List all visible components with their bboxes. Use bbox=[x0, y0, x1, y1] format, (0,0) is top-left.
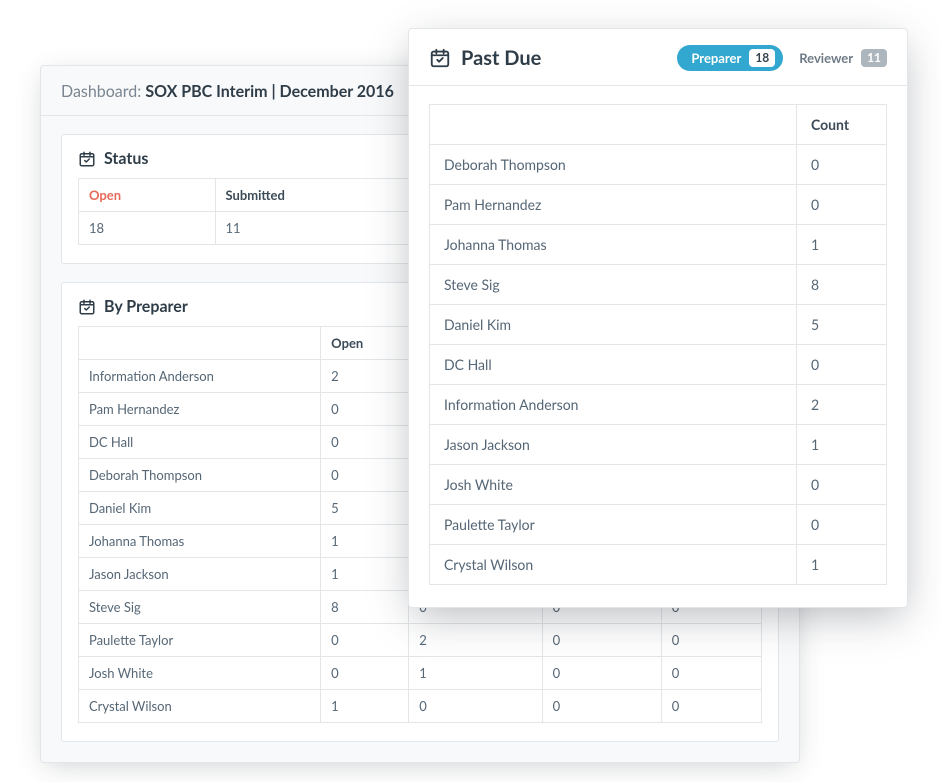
table-row[interactable]: Daniel Kim5 bbox=[430, 305, 887, 345]
past-due-header: Past Due Preparer 18 Reviewer 11 bbox=[409, 29, 907, 86]
status-header-open[interactable]: Open bbox=[79, 179, 216, 212]
calendar-check-icon bbox=[78, 150, 96, 168]
bp-cell-open: 1 bbox=[321, 558, 409, 591]
bp-cell-closed: 0 bbox=[661, 690, 761, 723]
bp-cell-open: 2 bbox=[321, 360, 409, 393]
table-row[interactable]: Crystal Wilson1 bbox=[430, 545, 887, 585]
bp-cell-name: Deborah Thompson bbox=[79, 459, 321, 492]
table-row[interactable]: Paulette Taylor0200 bbox=[79, 624, 762, 657]
bp-cell-certified: 0 bbox=[542, 690, 661, 723]
bp-cell-open: 0 bbox=[321, 426, 409, 459]
by-preparer-title-text: By Preparer bbox=[104, 297, 188, 316]
pd-cell-count: 2 bbox=[797, 385, 887, 425]
pd-cell-name: Daniel Kim bbox=[430, 305, 797, 345]
past-due-title-text: Past Due bbox=[461, 46, 541, 70]
table-row[interactable]: Steve Sig8 bbox=[430, 265, 887, 305]
calendar-check-icon bbox=[429, 47, 451, 69]
pd-cell-name: DC Hall bbox=[430, 345, 797, 385]
bp-cell-name: Daniel Kim bbox=[79, 492, 321, 525]
past-due-tabs: Preparer 18 Reviewer 11 bbox=[677, 45, 887, 71]
bp-cell-name: Information Anderson bbox=[79, 360, 321, 393]
past-due-table: Count Deborah Thompson0Pam Hernandez0Joh… bbox=[429, 104, 887, 585]
status-value-submitted: 11 bbox=[215, 212, 422, 245]
bp-cell-certified: 0 bbox=[542, 624, 661, 657]
table-row[interactable]: Crystal Wilson1000 bbox=[79, 690, 762, 723]
bp-cell-certified: 0 bbox=[542, 657, 661, 690]
pd-cell-name: Information Anderson bbox=[430, 385, 797, 425]
table-row[interactable]: DC Hall0 bbox=[430, 345, 887, 385]
bp-cell-name: DC Hall bbox=[79, 426, 321, 459]
bp-cell-name: Johanna Thomas bbox=[79, 525, 321, 558]
table-row[interactable]: Jason Jackson1 bbox=[430, 425, 887, 465]
table-row[interactable]: Josh White0100 bbox=[79, 657, 762, 690]
table-row[interactable]: Information Anderson2 bbox=[430, 385, 887, 425]
bp-cell-open: 0 bbox=[321, 624, 409, 657]
bp-cell-name: Pam Hernandez bbox=[79, 393, 321, 426]
pd-cell-count: 0 bbox=[797, 145, 887, 185]
tab-preparer-label: Preparer bbox=[691, 50, 741, 66]
bp-cell-open: 1 bbox=[321, 690, 409, 723]
pd-header-count: Count bbox=[797, 105, 887, 145]
bp-cell-closed: 0 bbox=[661, 657, 761, 690]
status-value-open: 18 bbox=[79, 212, 216, 245]
bp-header-name bbox=[79, 327, 321, 360]
pd-cell-count: 1 bbox=[797, 545, 887, 585]
pd-cell-name: Johanna Thomas bbox=[430, 225, 797, 265]
pd-header-name bbox=[430, 105, 797, 145]
calendar-check-icon bbox=[78, 298, 96, 316]
pd-cell-count: 0 bbox=[797, 185, 887, 225]
tab-reviewer-label: Reviewer bbox=[799, 50, 853, 66]
dashboard-label: Dashboard: bbox=[61, 82, 141, 101]
pd-cell-name: Jason Jackson bbox=[430, 425, 797, 465]
pd-cell-count: 1 bbox=[797, 225, 887, 265]
pd-cell-count: 8 bbox=[797, 265, 887, 305]
table-row[interactable]: Pam Hernandez0 bbox=[430, 185, 887, 225]
tab-preparer-count: 18 bbox=[749, 49, 775, 67]
status-title-text: Status bbox=[104, 149, 148, 168]
pd-cell-count: 0 bbox=[797, 465, 887, 505]
bp-cell-name: Crystal Wilson bbox=[79, 690, 321, 723]
bp-cell-name: Steve Sig bbox=[79, 591, 321, 624]
bp-cell-open: 0 bbox=[321, 657, 409, 690]
pd-cell-name: Josh White bbox=[430, 465, 797, 505]
pd-cell-count: 5 bbox=[797, 305, 887, 345]
bp-cell-name: Jason Jackson bbox=[79, 558, 321, 591]
pd-cell-count: 0 bbox=[797, 505, 887, 545]
bp-cell-closed: 0 bbox=[661, 624, 761, 657]
table-row[interactable]: Johanna Thomas1 bbox=[430, 225, 887, 265]
tab-reviewer[interactable]: Reviewer 11 bbox=[799, 45, 887, 71]
bp-cell-open: 1 bbox=[321, 525, 409, 558]
table-row[interactable]: Deborah Thompson0 bbox=[430, 145, 887, 185]
past-due-panel: Past Due Preparer 18 Reviewer 11 Count D… bbox=[408, 28, 908, 608]
status-header-submitted[interactable]: Submitted bbox=[215, 179, 422, 212]
past-due-body: Count Deborah Thompson0Pam Hernandez0Joh… bbox=[409, 86, 907, 607]
pd-cell-name: Paulette Taylor bbox=[430, 505, 797, 545]
pd-cell-count: 1 bbox=[797, 425, 887, 465]
dashboard-title: SOX PBC Interim | December 2016 bbox=[145, 82, 394, 101]
bp-cell-open: 8 bbox=[321, 591, 409, 624]
pd-cell-count: 0 bbox=[797, 345, 887, 385]
table-row[interactable]: Paulette Taylor0 bbox=[430, 505, 887, 545]
pd-cell-name: Deborah Thompson bbox=[430, 145, 797, 185]
bp-cell-name: Josh White bbox=[79, 657, 321, 690]
bp-cell-submitted: 2 bbox=[409, 624, 542, 657]
bp-header-open[interactable]: Open bbox=[321, 327, 409, 360]
tab-preparer[interactable]: Preparer 18 bbox=[677, 45, 783, 71]
bp-cell-name: Paulette Taylor bbox=[79, 624, 321, 657]
bp-cell-submitted: 0 bbox=[409, 690, 542, 723]
pd-cell-name: Steve Sig bbox=[430, 265, 797, 305]
bp-cell-submitted: 1 bbox=[409, 657, 542, 690]
pd-cell-name: Crystal Wilson bbox=[430, 545, 797, 585]
pd-cell-name: Pam Hernandez bbox=[430, 185, 797, 225]
table-row[interactable]: Josh White0 bbox=[430, 465, 887, 505]
bp-cell-open: 0 bbox=[321, 393, 409, 426]
tab-reviewer-count: 11 bbox=[861, 49, 887, 67]
bp-cell-open: 5 bbox=[321, 492, 409, 525]
bp-cell-open: 0 bbox=[321, 459, 409, 492]
